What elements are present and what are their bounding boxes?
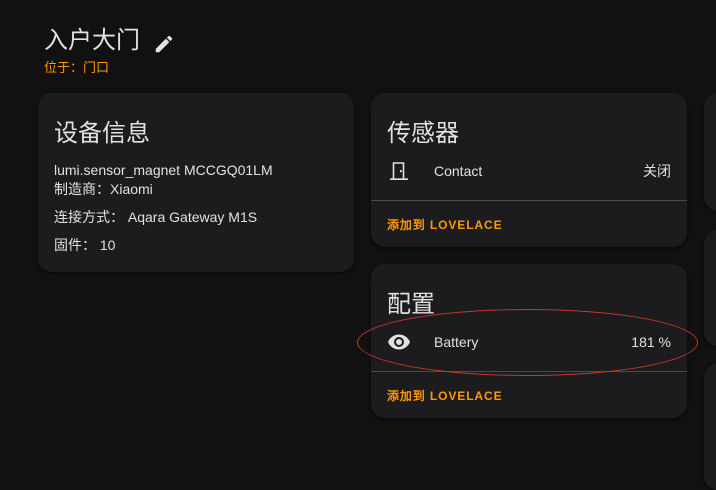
card-divider — [371, 371, 687, 372]
sensors-title: 传感器 — [387, 120, 459, 147]
door-icon — [387, 159, 411, 183]
connection-label: 连接方式： — [54, 209, 124, 225]
manufacturer-value: Xiaomi — [110, 181, 153, 197]
entity-name: Battery — [434, 334, 479, 350]
device-model: lumi.sensor_magnet MCCGQ01LM — [54, 162, 273, 178]
firmware-value: 10 — [99, 237, 116, 253]
offscreen-card-1 — [704, 93, 716, 211]
device-page: 入户大门 位于： 门口 设备信息 lumi.sensor_magnet MCCG… — [0, 0, 716, 490]
entity-state: 181 % — [631, 334, 671, 350]
entity-name: Contact — [434, 163, 483, 179]
offscreen-card-3 — [704, 364, 716, 490]
add-to-lovelace-button[interactable]: 添加到 LOVELACE — [380, 383, 509, 408]
device-info-title: 设备信息 — [54, 120, 150, 147]
pencil-icon — [155, 35, 173, 53]
connection-link[interactable]: Aqara Gateway M1S — [128, 209, 257, 225]
area-label: 位于： — [44, 60, 84, 75]
title-row: 入户大门 — [44, 26, 176, 56]
page-header: 入户大门 位于： 门口 — [44, 26, 176, 76]
eye-icon — [387, 330, 411, 354]
device-info-lines: lumi.sensor_magnet MCCGQ01LM 制造商：Xiaomi … — [54, 161, 273, 255]
config-title: 配置 — [387, 291, 435, 318]
device-info-card: 设备信息 lumi.sensor_magnet MCCGQ01LM 制造商：Xi… — [38, 93, 354, 272]
area-link[interactable]: 门口 — [83, 57, 109, 76]
add-to-lovelace-button[interactable]: 添加到 LOVELACE — [380, 212, 509, 237]
manufacturer-line: 制造商：Xiaomi — [54, 180, 273, 199]
sensors-card: 传感器 Contact 关闭 添加到 LOVELACE — [371, 93, 687, 247]
firmware-line: 固件： 10 — [54, 236, 273, 255]
firmware-label: 固件： — [54, 237, 96, 253]
config-card: 配置 Battery 181 % 添加到 LOVELACE — [371, 264, 687, 418]
entity-row-battery[interactable]: Battery 181 % — [387, 327, 671, 357]
manufacturer-label: 制造商： — [54, 181, 110, 197]
area-line: 位于： 门口 — [44, 57, 176, 76]
entity-state: 关闭 — [643, 163, 671, 179]
entity-row-contact[interactable]: Contact 关闭 — [387, 156, 671, 186]
connection-line: 连接方式： Aqara Gateway M1S — [54, 208, 273, 227]
offscreen-card-2 — [704, 230, 716, 346]
card-divider — [371, 200, 687, 201]
edit-button[interactable] — [152, 32, 176, 56]
device-title: 入户大门 — [44, 27, 140, 54]
